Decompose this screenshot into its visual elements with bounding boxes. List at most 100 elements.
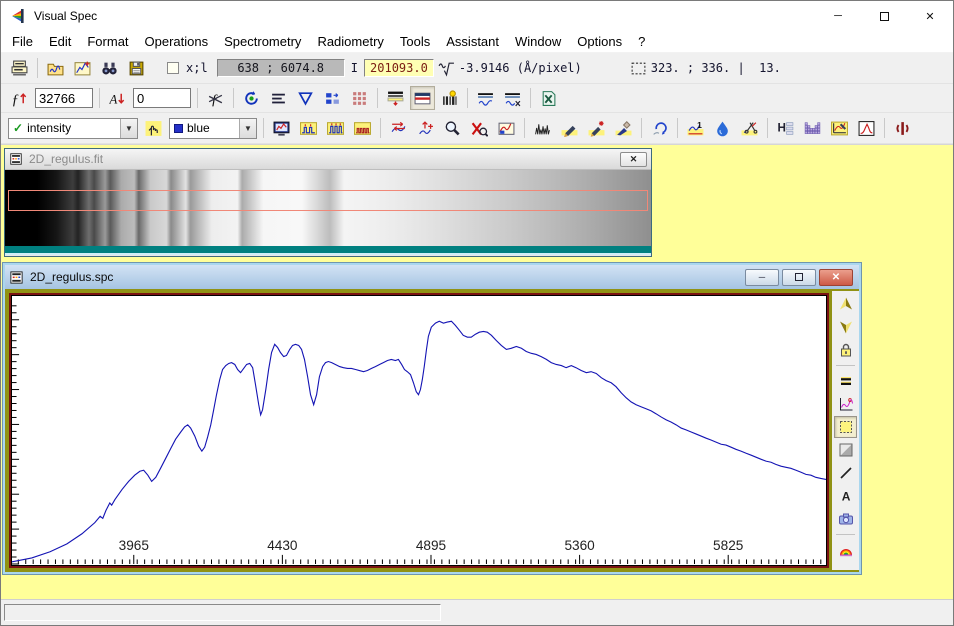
- lock-scale-icon[interactable]: [834, 339, 857, 361]
- annotate-plot-icon[interactable]: [827, 116, 852, 140]
- close-button[interactable]: ✕: [907, 1, 953, 31]
- toolbar-separator: [37, 58, 38, 78]
- stretch-spectrum-icon[interactable]: [413, 116, 438, 140]
- pixel-lambda-checkbox[interactable]: x;l: [167, 61, 211, 75]
- undo-icon[interactable]: [647, 116, 672, 140]
- crop-zone-icon[interactable]: [494, 116, 519, 140]
- chevron-down-icon[interactable]: ▼: [120, 119, 137, 138]
- browse-icon[interactable]: [97, 56, 122, 80]
- remove-overlay-icon[interactable]: [500, 86, 525, 110]
- display-image-icon[interactable]: [410, 86, 435, 110]
- draw-curve-icon[interactable]: [557, 116, 582, 140]
- fill-style-icon[interactable]: [834, 439, 857, 461]
- checkbox-box[interactable]: [167, 62, 179, 74]
- offset-input[interactable]: [133, 88, 191, 108]
- peak-search-icon[interactable]: [530, 116, 555, 140]
- menu-tools[interactable]: Tools: [392, 32, 438, 51]
- menu-options[interactable]: Options: [569, 32, 630, 51]
- chevron-down-icon[interactable]: ▼: [239, 119, 256, 138]
- fit-window-bottom-border: [5, 253, 651, 255]
- toolbar-separator: [233, 88, 234, 108]
- pick-series-icon[interactable]: [141, 116, 166, 140]
- spectrum-plot[interactable]: 39654430489553605825: [11, 295, 827, 566]
- set-offset-icon[interactable]: A: [105, 86, 130, 110]
- app-logo-icon: [9, 7, 27, 25]
- fit-window-titlebar[interactable]: 2D_regulus.fit ✕: [5, 149, 651, 170]
- print-icon[interactable]: [7, 56, 32, 80]
- spc-window-body: 39654430489553605825 c A: [5, 289, 859, 572]
- unzoom-icon[interactable]: [467, 116, 492, 140]
- duplicate-window-icon[interactable]: [320, 86, 345, 110]
- menu-assistant[interactable]: Assistant: [438, 32, 507, 51]
- menu-window[interactable]: Window: [507, 32, 569, 51]
- equalize-icon[interactable]: [834, 370, 857, 392]
- line-style-icon[interactable]: [834, 462, 857, 484]
- intensity-value-field: 201093.0: [364, 59, 434, 77]
- spc-window-titlebar[interactable]: 2D_regulus.spc ─ ✕: [5, 265, 859, 289]
- zoom-icon[interactable]: [440, 116, 465, 140]
- shift-spectrum-icon[interactable]: [386, 116, 411, 140]
- pixel-grid-icon[interactable]: [347, 86, 372, 110]
- open-profile-icon[interactable]: [43, 56, 68, 80]
- binning-selection-box[interactable]: [8, 190, 648, 211]
- svg-text:ƒ: ƒ: [12, 91, 19, 106]
- flip-image-icon[interactable]: [293, 86, 318, 110]
- cut-spectrum-icon[interactable]: [737, 116, 762, 140]
- periodic-table-icon[interactable]: [800, 116, 825, 140]
- display-profile-icon[interactable]: [269, 116, 294, 140]
- x-tick-label: 5360: [564, 538, 595, 553]
- menu-spectrometry[interactable]: Spectrometry: [216, 32, 309, 51]
- profile-zone-1-icon[interactable]: [296, 116, 321, 140]
- maximize-icon: [880, 12, 889, 21]
- overlay-profile-icon[interactable]: [473, 86, 498, 110]
- extract-profile-icon[interactable]: [383, 86, 408, 110]
- play-spectrum-icon[interactable]: [890, 116, 915, 140]
- edit-points-icon[interactable]: [584, 116, 609, 140]
- save-icon[interactable]: [124, 56, 149, 80]
- spectrum-strip-image[interactable]: [5, 170, 651, 246]
- x-tick-label: 4430: [267, 538, 298, 553]
- menu-operations[interactable]: Operations: [137, 32, 217, 51]
- menu-[interactable]: ?: [630, 32, 653, 51]
- clear-function-icon[interactable]: ƒ: [203, 86, 228, 110]
- spectrum-chart[interactable]: 39654430489553605825: [12, 296, 826, 565]
- check-icon: ✓: [13, 121, 23, 135]
- max-intensity-input[interactable]: [35, 88, 93, 108]
- menu-radiometry[interactable]: Radiometry: [309, 32, 391, 51]
- menu-edit[interactable]: Edit: [41, 32, 79, 51]
- reference-binning-icon[interactable]: [437, 86, 462, 110]
- line-list-icon[interactable]: [266, 86, 291, 110]
- color-combo[interactable]: blue▼: [169, 118, 257, 139]
- spc-close-button[interactable]: ✕: [819, 269, 853, 286]
- smooth-curve-icon[interactable]: [611, 116, 636, 140]
- fit-close-button[interactable]: ✕: [620, 152, 647, 167]
- water-lines-icon[interactable]: [710, 116, 735, 140]
- open-image-icon[interactable]: [70, 56, 95, 80]
- checkbox-label: x;l: [186, 61, 208, 75]
- gaussian-fit-icon[interactable]: [854, 116, 879, 140]
- app-titlebar[interactable]: Visual Spec ─ ✕: [1, 1, 953, 31]
- snapshot-icon[interactable]: [834, 508, 857, 530]
- background-select-icon[interactable]: [834, 416, 857, 438]
- maximize-button[interactable]: [861, 1, 907, 31]
- menu-file[interactable]: File: [4, 32, 41, 51]
- toolbar-separator: [263, 118, 264, 138]
- normalize-icon[interactable]: 1: [683, 116, 708, 140]
- rotate-image-icon[interactable]: [239, 86, 264, 110]
- colorize-icon[interactable]: [834, 539, 857, 561]
- menu-format[interactable]: Format: [79, 32, 136, 51]
- text-label-icon[interactable]: A: [834, 485, 857, 507]
- element-lines-icon[interactable]: H: [773, 116, 798, 140]
- toolbar-separator: [467, 88, 468, 108]
- export-excel-icon[interactable]: [536, 86, 561, 110]
- continuum-icon[interactable]: c: [834, 393, 857, 415]
- scale-down-icon[interactable]: [834, 316, 857, 338]
- minimize-button[interactable]: ─: [815, 1, 861, 31]
- set-max-intensity-icon[interactable]: ƒ: [7, 86, 32, 110]
- spc-restore-button[interactable]: [782, 269, 816, 286]
- spc-minimize-button[interactable]: ─: [745, 269, 779, 286]
- profile-zone-2-icon[interactable]: [323, 116, 348, 140]
- profile-zone-3-icon[interactable]: [350, 116, 375, 140]
- scale-up-icon[interactable]: [834, 293, 857, 315]
- series-combo[interactable]: ✓intensity▼: [8, 118, 138, 139]
